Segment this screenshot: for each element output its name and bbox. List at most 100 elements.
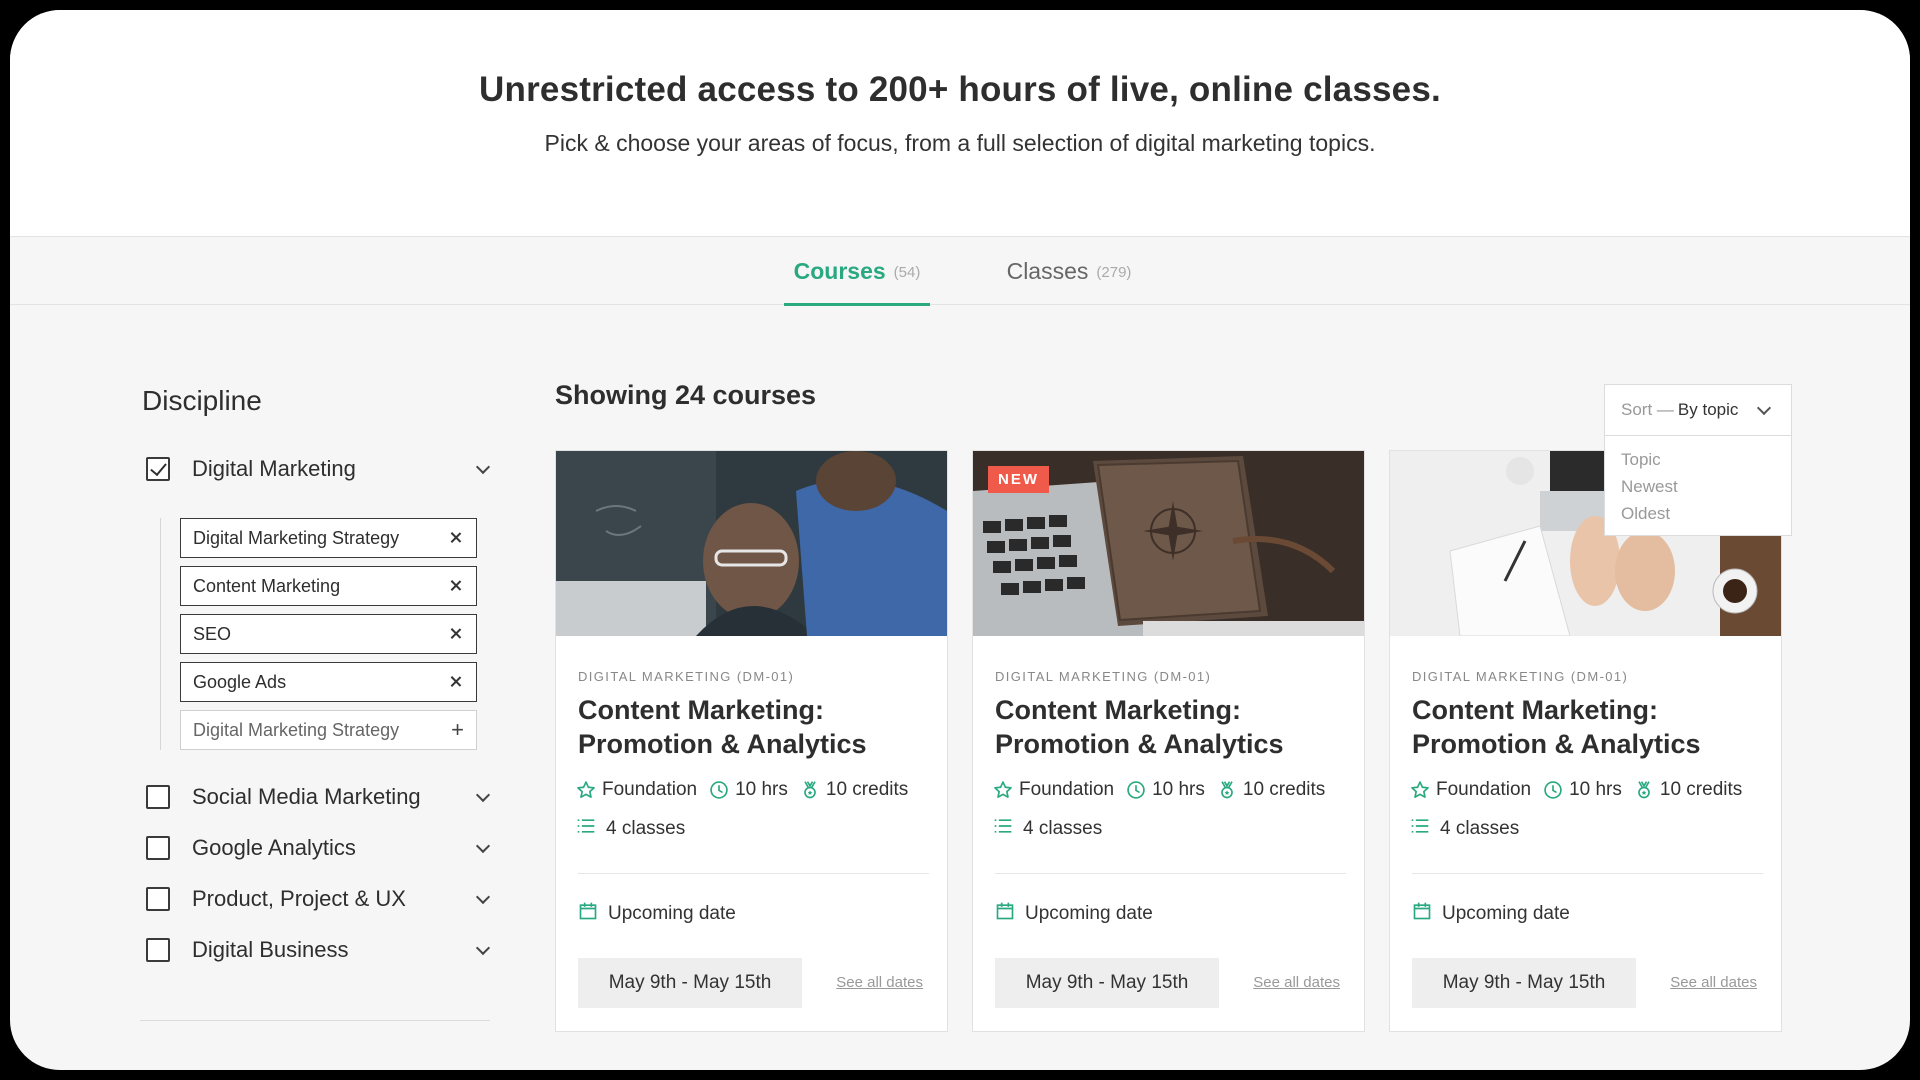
discipline-label: Google Analytics bbox=[192, 835, 356, 860]
hero-subtitle: Pick & choose your areas of focus, from … bbox=[544, 130, 1376, 156]
course-title[interactable]: Content Marketing: Promotion & Analytics bbox=[1412, 693, 1762, 761]
plus-icon[interactable]: + bbox=[451, 719, 464, 741]
discipline-digital-business[interactable]: Digital Business bbox=[146, 930, 494, 970]
course-classes-row: 4 classes bbox=[993, 816, 1102, 842]
discipline-label: Digital Business bbox=[192, 937, 349, 962]
course-card[interactable]: DIGITAL MARKETING (DM-01) Content Market… bbox=[1389, 450, 1782, 1032]
subtopic-tag: Content Marketing bbox=[180, 566, 477, 606]
checkbox-icon[interactable] bbox=[146, 887, 170, 911]
sort-option-topic[interactable]: Topic bbox=[1621, 446, 1775, 473]
tab-courses-count: (54) bbox=[893, 264, 921, 281]
remove-tag-icon[interactable] bbox=[448, 674, 464, 690]
sort-option-oldest[interactable]: Oldest bbox=[1621, 500, 1775, 527]
card-divider bbox=[995, 873, 1346, 874]
tag-label: Digital Marketing Strategy bbox=[193, 527, 400, 548]
medal-icon bbox=[1217, 780, 1237, 800]
course-card[interactable]: DIGITAL MARKETING (DM-01) Content Market… bbox=[555, 450, 948, 1032]
hero-title: Unrestricted access to 200+ hours of liv… bbox=[479, 70, 1441, 109]
course-classes: 4 classes bbox=[1023, 818, 1103, 839]
checkbox-checked-icon[interactable] bbox=[146, 457, 170, 481]
date-range-button[interactable]: May 9th - May 15th bbox=[1412, 958, 1636, 1008]
course-category: DIGITAL MARKETING (DM-01) bbox=[1412, 669, 1629, 684]
course-level: Foundation bbox=[602, 779, 698, 800]
course-credits: 10 credits bbox=[1242, 779, 1326, 800]
tab-bar: Courses (54) Classes (279) bbox=[10, 237, 1910, 306]
tab-courses[interactable]: Courses (54) bbox=[784, 237, 930, 306]
discipline-label: Digital Marketing bbox=[192, 456, 356, 481]
see-all-dates-link[interactable]: See all dates bbox=[836, 974, 923, 991]
course-hours: 10 hrs bbox=[735, 779, 788, 800]
date-range-button[interactable]: May 9th - May 15th bbox=[578, 958, 802, 1008]
list-icon bbox=[993, 816, 1013, 842]
checkbox-icon[interactable] bbox=[146, 836, 170, 860]
chevron-down-icon[interactable] bbox=[476, 462, 490, 476]
see-all-dates-link[interactable]: See all dates bbox=[1670, 974, 1757, 991]
add-subtopic-placeholder: Digital Marketing Strategy bbox=[193, 719, 400, 740]
discipline-title: Discipline bbox=[142, 385, 262, 416]
course-classes: 4 classes bbox=[606, 818, 686, 839]
course-image-notebook[interactable]: NEW bbox=[973, 451, 1364, 636]
upcoming-date-label: Upcoming date bbox=[608, 903, 736, 924]
tab-classes-count: (279) bbox=[1096, 264, 1132, 281]
checkbox-icon[interactable] bbox=[146, 938, 170, 962]
checkbox-icon[interactable] bbox=[146, 785, 170, 809]
discipline-google-analytics[interactable]: Google Analytics bbox=[146, 828, 494, 868]
add-subtopic-field[interactable]: Digital Marketing Strategy + bbox=[180, 710, 477, 750]
course-classes-row: 4 classes bbox=[1410, 816, 1519, 842]
tab-classes-label: Classes bbox=[1006, 257, 1089, 284]
chevron-down-icon bbox=[1757, 403, 1771, 417]
tab-courses-label: Courses bbox=[793, 257, 886, 284]
clock-icon bbox=[1543, 780, 1563, 800]
tag-label: SEO bbox=[193, 623, 232, 644]
course-meta: Foundation 10 hrs 10 credits bbox=[1410, 779, 1742, 801]
date-range-button[interactable]: May 9th - May 15th bbox=[995, 958, 1219, 1008]
course-hours: 10 hrs bbox=[1152, 779, 1205, 800]
discipline-digital-marketing[interactable]: Digital Marketing bbox=[146, 449, 494, 489]
remove-tag-icon[interactable] bbox=[448, 626, 464, 642]
sort-value: By topic bbox=[1677, 400, 1739, 419]
chevron-down-icon[interactable] bbox=[476, 841, 490, 855]
course-title[interactable]: Content Marketing: Promotion & Analytics bbox=[578, 693, 928, 761]
remove-tag-icon[interactable] bbox=[448, 578, 464, 594]
sidebar-divider bbox=[140, 1020, 490, 1021]
star-icon bbox=[993, 780, 1013, 800]
tab-classes[interactable]: Classes (279) bbox=[996, 237, 1142, 305]
remove-tag-icon[interactable] bbox=[448, 530, 464, 546]
hero-section: Unrestricted access to 200+ hours of liv… bbox=[10, 10, 1910, 237]
subtopic-tag: Digital Marketing Strategy bbox=[180, 518, 477, 558]
list-icon bbox=[1410, 816, 1430, 842]
subtopic-tag: Google Ads bbox=[180, 662, 477, 702]
course-title[interactable]: Content Marketing: Promotion & Analytics bbox=[995, 693, 1345, 761]
discipline-product-project-ux[interactable]: Product, Project & UX bbox=[146, 879, 494, 919]
upcoming-date-row: Upcoming date bbox=[995, 901, 1153, 927]
course-category: DIGITAL MARKETING (DM-01) bbox=[578, 669, 795, 684]
clock-icon bbox=[709, 780, 729, 800]
discipline-label: Product, Project & UX bbox=[192, 886, 406, 911]
chevron-down-icon[interactable] bbox=[476, 892, 490, 906]
upcoming-date-label: Upcoming date bbox=[1025, 903, 1153, 924]
discipline-social-media-marketing[interactable]: Social Media Marketing bbox=[146, 777, 494, 817]
subtopic-tag: SEO bbox=[180, 614, 477, 654]
course-credits: 10 credits bbox=[825, 779, 909, 800]
course-image-classroom[interactable] bbox=[556, 451, 947, 636]
chevron-down-icon[interactable] bbox=[476, 790, 490, 804]
course-card[interactable]: NEW DIGITAL MARKETING (DM-01) Content Ma… bbox=[972, 450, 1365, 1032]
medal-icon bbox=[800, 780, 820, 800]
star-icon bbox=[1410, 780, 1430, 800]
course-category: DIGITAL MARKETING (DM-01) bbox=[995, 669, 1212, 684]
see-all-dates-link[interactable]: See all dates bbox=[1253, 974, 1340, 991]
upcoming-date-label: Upcoming date bbox=[1442, 903, 1570, 924]
chevron-down-icon[interactable] bbox=[476, 943, 490, 957]
calendar-icon bbox=[578, 901, 598, 927]
app-window: Unrestricted access to 200+ hours of liv… bbox=[10, 10, 1910, 1070]
sort-dropdown[interactable]: Sort — By topic bbox=[1604, 384, 1792, 436]
medal-icon bbox=[1634, 780, 1654, 800]
subtopic-guide-line bbox=[160, 518, 161, 750]
clock-icon bbox=[1126, 780, 1146, 800]
upcoming-date-row: Upcoming date bbox=[1412, 901, 1570, 927]
course-hours: 10 hrs bbox=[1569, 779, 1622, 800]
sort-option-newest[interactable]: Newest bbox=[1621, 473, 1775, 500]
tag-label: Google Ads bbox=[193, 671, 287, 692]
results-count: Showing 24 courses bbox=[555, 380, 817, 410]
new-badge: NEW bbox=[988, 466, 1049, 493]
